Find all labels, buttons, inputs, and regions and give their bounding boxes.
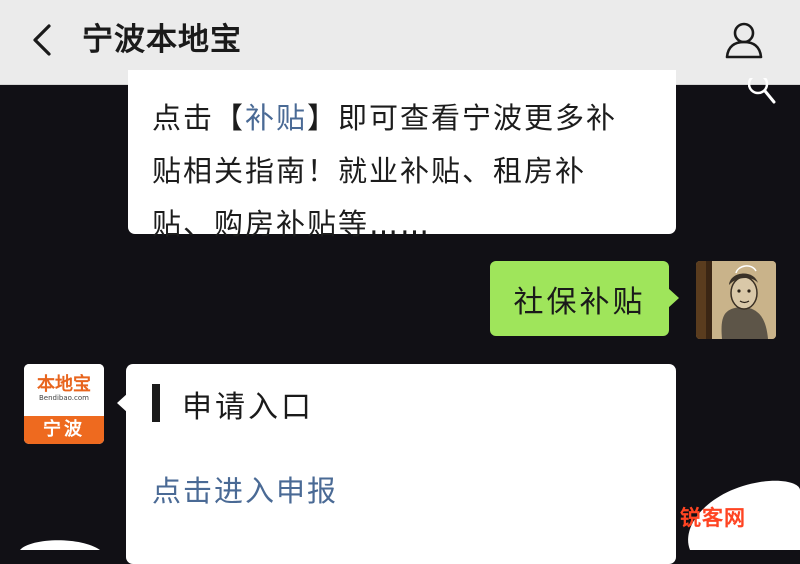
person-icon [725,22,763,59]
decorative-shape [20,540,100,550]
logo-city: 宁波 [24,416,104,444]
chevron-left-icon [33,24,51,56]
message-line: 点击【补贴】即可查看宁波更多补 [152,92,656,145]
message-text: 】即可查看宁波更多补 [307,101,618,135]
sent-message-bubble: 社保补贴 [490,261,669,336]
received-message-bubble: 申请入口 点击进入申报 [126,364,676,564]
search-icon [748,78,776,104]
message-text: 点击【 [152,101,246,135]
portrait-image [696,261,776,339]
message-line: 贴相关指南！就业补贴、租房补 [152,154,587,188]
bubble-tail [668,288,679,308]
logo-area: 本地宝 Bendibao.com [24,364,104,416]
official-account-avatar[interactable]: 本地宝 Bendibao.com 宁波 [24,364,104,444]
page-title: 宁波本地宝 [82,22,242,58]
message-text: 社保补贴 [513,284,646,320]
logo-subtext: Bendibao.com [38,394,89,402]
received-message-bubble: 点击【补贴】即可查看宁波更多补 贴相关指南！就业补贴、租房补 贴、购房补贴等…… [128,70,676,241]
apply-link[interactable]: 点击进入申报 [152,468,338,510]
chat-info-button[interactable] [720,16,768,64]
heading-bar [152,384,160,422]
logo-text: 本地宝 [37,374,91,395]
watermark: 锐客网 [680,506,746,530]
user-avatar[interactable] [696,261,776,339]
message-heading: 申请入口 [182,390,314,425]
message-line: 贴、购房补贴等…… [152,207,432,241]
subsidy-link[interactable]: 补贴 [245,101,307,135]
back-button[interactable] [22,20,62,60]
